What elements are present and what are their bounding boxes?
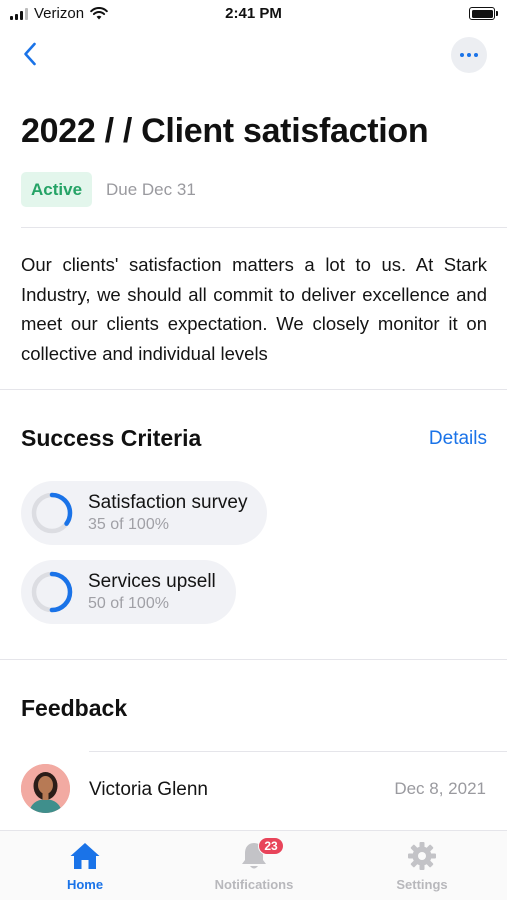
success-criteria-heading: Success Criteria (21, 425, 202, 451)
criteria-name: Satisfaction survey (88, 491, 248, 513)
more-options-button[interactable] (451, 37, 487, 73)
due-date: Due Dec 31 (106, 180, 196, 199)
back-button[interactable] (14, 38, 46, 70)
details-link[interactable]: Details (429, 428, 487, 450)
criteria-name: Services upsell (88, 570, 216, 592)
status-bar: Verizon 2:41 PM (0, 0, 507, 30)
feedback-heading: Feedback (21, 695, 128, 721)
progress-ring (31, 571, 73, 613)
ellipsis-icon (460, 53, 464, 57)
tab-bar: Home 23 Notifications Settings (0, 830, 507, 900)
tab-notifications[interactable]: 23 Notifications (194, 837, 314, 892)
avatar (21, 764, 70, 813)
criteria-progress: 35 of 100% (88, 515, 169, 533)
gear-icon (408, 842, 436, 870)
home-icon (70, 843, 100, 869)
page-title: 2022 / / Client satisfaction (21, 112, 429, 150)
tab-label: Settings (396, 877, 448, 892)
criteria-item-satisfaction-survey[interactable]: Satisfaction survey 35 of 100% (21, 481, 268, 545)
goal-description: Our clients' satisfaction matters a lot … (21, 254, 487, 364)
feedback-date: Dec 8, 2021 (394, 779, 486, 798)
tab-settings[interactable]: Settings (362, 839, 482, 892)
tab-label: Notifications (214, 877, 294, 892)
divider (0, 659, 507, 660)
battery-icon (469, 7, 498, 20)
criteria-progress: 50 of 100% (88, 594, 169, 612)
progress-ring (31, 492, 73, 534)
divider (21, 227, 507, 228)
criteria-item-services-upsell[interactable]: Services upsell 50 of 100% (21, 560, 236, 624)
status-time: 2:41 PM (225, 5, 282, 22)
tab-label: Home (66, 877, 104, 892)
status-badge: Active (21, 172, 93, 207)
feedback-item[interactable]: Victoria Glenn Dec 8, 2021 (0, 752, 507, 826)
feedback-author: Victoria Glenn (89, 779, 208, 800)
chevron-left-icon (24, 42, 36, 66)
divider (0, 389, 507, 390)
notification-count-badge: 23 (258, 837, 284, 855)
tab-home[interactable]: Home (25, 839, 145, 892)
